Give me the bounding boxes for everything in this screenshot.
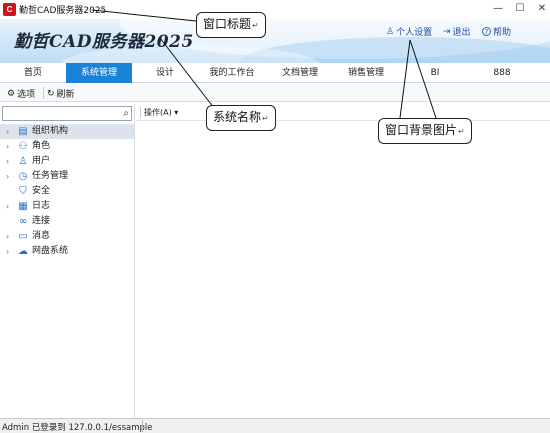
- roles-icon: ⚇: [18, 141, 28, 152]
- chevron-right-icon[interactable]: ›: [6, 124, 9, 139]
- refresh-button[interactable]: ↻ 刷新: [47, 87, 75, 101]
- help-icon: ?: [482, 27, 491, 36]
- tab-my-workbench[interactable]: 我的工作台: [200, 63, 264, 83]
- refresh-label: 刷新: [56, 90, 75, 100]
- status-bar: Admin 已登录到 127.0.0.1/essample: [0, 418, 550, 433]
- window-title: 勤哲CAD服务器2025: [19, 6, 107, 16]
- personal-settings-link[interactable]: ♙ 个人设置: [386, 25, 433, 39]
- callout-window-title-text: 窗口标题: [203, 17, 252, 31]
- chevron-right-icon[interactable]: ›: [6, 169, 9, 184]
- tree-item-label: 角色: [32, 141, 51, 151]
- tree-item[interactable]: › ▭ 消息: [0, 229, 134, 244]
- return-mark-icon: ↵: [458, 127, 465, 136]
- return-mark-icon: ↵: [252, 21, 259, 30]
- org-icon: ▤: [18, 126, 28, 137]
- tree-item[interactable]: › ▤ 组织机构: [0, 124, 134, 139]
- tree-item-label: 任务管理: [32, 171, 69, 181]
- tree-item[interactable]: › ♙ 用户: [0, 154, 134, 169]
- user-icon: ♙: [18, 156, 28, 167]
- callout-background-image-text: 窗口背景图片: [385, 123, 458, 137]
- tab-system-management[interactable]: 系统管理: [66, 63, 132, 83]
- content-toolbar-divider: [140, 107, 141, 118]
- search-input[interactable]: ⌕: [2, 106, 132, 121]
- exit-icon: ⇥: [443, 26, 451, 37]
- tab-home[interactable]: 首页: [8, 63, 58, 83]
- logout-label: 退出: [452, 28, 471, 38]
- callout-system-name-text: 系统名称: [213, 110, 262, 124]
- tree-item[interactable]: › ▦ 日志: [0, 199, 134, 214]
- tree-item-label: 用户: [32, 156, 51, 166]
- tree-item[interactable]: › ◷ 任务管理: [0, 169, 134, 184]
- main-menu-tabs: 首页 系统管理 设计 我的工作台 文档管理 销售管理 BI 888: [0, 63, 550, 83]
- app-logo-icon: C: [3, 3, 16, 16]
- tab-document-management[interactable]: 文档管理: [272, 63, 328, 83]
- tab-sales-management[interactable]: 销售管理: [338, 63, 394, 83]
- personal-settings-label: 个人设置: [396, 28, 433, 38]
- close-button[interactable]: ✕: [529, 1, 550, 17]
- user-icon: ♙: [386, 26, 395, 37]
- navigation-tree: › ▤ 组织机构 › ⚇ 角色 › ♙ 用户 › ◷ 任务管理 ⛉ 安全 › ▦ 日志 ∞ 连接 › ▭ 消息 › ☁ 网盘系统: [0, 124, 134, 259]
- tree-item-label: 网盘系统: [32, 246, 69, 256]
- chevron-right-icon[interactable]: ›: [6, 244, 9, 259]
- chevron-right-icon[interactable]: ›: [6, 199, 9, 214]
- tree-item[interactable]: ⛉ 安全: [0, 184, 134, 199]
- left-navigation-panel: ⌕ › ▤ 组织机构 › ⚇ 角色 › ♙ 用户 › ◷ 任务管理 ⛉ 安全 › ▦ 日志 ∞ 连接 › ▭ 消息 › ☁ 网盘…: [0, 104, 135, 418]
- callout-system-name: 系统名称↵: [206, 105, 276, 131]
- login-status: Admin 已登录到 127.0.0.1/essample: [2, 423, 153, 433]
- toolbar-divider: [43, 87, 44, 99]
- message-icon: ▭: [18, 231, 28, 242]
- content-toolbar: 操作(A) ▾: [136, 104, 550, 121]
- shield-icon: ⛉: [19, 186, 27, 197]
- refresh-icon: ↻: [47, 88, 55, 99]
- toolbar: ⚙ 选项 ↻ 刷新: [0, 84, 550, 102]
- tree-item-label: 日志: [32, 201, 51, 211]
- tab-design[interactable]: 设计: [140, 63, 190, 83]
- search-icon[interactable]: ⌕: [123, 107, 129, 120]
- log-icon: ▦: [18, 201, 28, 212]
- options-label: 选项: [17, 90, 36, 100]
- main-content-area: [136, 121, 550, 418]
- chevron-down-icon: ▾: [174, 108, 179, 117]
- tab-bi[interactable]: BI: [418, 63, 452, 83]
- chevron-right-icon[interactable]: ›: [6, 229, 9, 244]
- tree-item[interactable]: ∞ 连接: [0, 214, 134, 229]
- tree-item-label: 消息: [32, 231, 51, 241]
- cloud-icon: ☁: [18, 246, 28, 257]
- tree-item-label: 连接: [32, 216, 51, 226]
- window-titlebar: C 勤哲CAD服务器2025 — ☐ ✕: [0, 0, 550, 19]
- chevron-right-icon[interactable]: ›: [6, 139, 9, 154]
- logout-link[interactable]: ⇥ 退出: [443, 25, 471, 39]
- callout-background-image: 窗口背景图片↵: [378, 118, 472, 144]
- status-divider: [142, 420, 143, 432]
- tree-item[interactable]: › ☁ 网盘系统: [0, 244, 134, 259]
- tree-item-label: 安全: [32, 186, 51, 196]
- operations-label: 操作(A): [144, 108, 172, 117]
- tab-888[interactable]: 888: [484, 63, 520, 83]
- callout-window-title: 窗口标题↵: [196, 12, 266, 38]
- clock-icon: ◷: [18, 171, 28, 182]
- chevron-right-icon[interactable]: ›: [6, 154, 9, 169]
- help-label: 帮助: [493, 28, 512, 38]
- system-name: 勤哲CAD服务器2025: [14, 32, 194, 52]
- window-background-banner: 勤哲CAD服务器2025 ♙ 个人设置 ⇥ 退出 ? 帮助: [0, 19, 550, 63]
- gear-icon: ⚙: [7, 88, 16, 99]
- operations-dropdown[interactable]: 操作(A) ▾: [144, 107, 178, 118]
- options-button[interactable]: ⚙ 选项: [7, 87, 36, 101]
- help-link[interactable]: ? 帮助: [482, 25, 511, 38]
- link-icon: ∞: [18, 216, 28, 227]
- tree-item[interactable]: › ⚇ 角色: [0, 139, 134, 154]
- return-mark-icon: ↵: [262, 114, 269, 123]
- tree-item-label: 组织机构: [32, 126, 69, 136]
